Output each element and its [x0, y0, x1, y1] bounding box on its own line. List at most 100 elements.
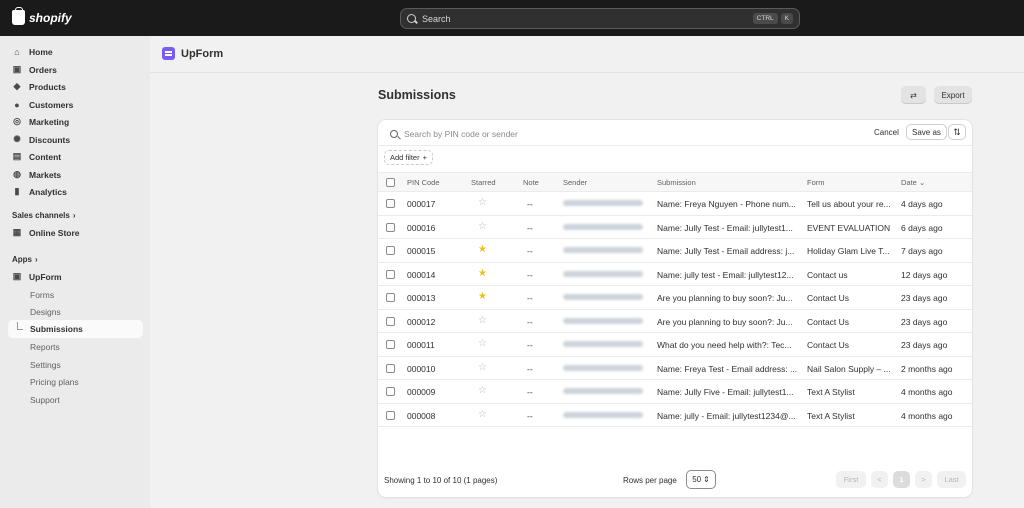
cell-pin: 000013 — [407, 293, 436, 303]
sidebar-subitem-designs[interactable]: Designs — [30, 307, 61, 317]
star-icon[interactable]: ☆ — [478, 315, 487, 326]
table-row[interactable]: 000008 ☆ -- Name: jully - Email: jullytest1… — [378, 404, 972, 427]
cell-submission: Name: Freya Test - Email address: ... — [657, 363, 798, 374]
table-row[interactable]: 000016 ☆ -- Name: Jully Test - Email: jully… — [378, 216, 972, 239]
sidebar-item-markets[interactable]: ◍ Markets — [12, 167, 61, 182]
submissions-card: Search by PIN code or sender Cancel Save… — [378, 120, 972, 497]
table-row[interactable]: 000013 ★ -- Are you planning to buy soon?: … — [378, 286, 972, 310]
cell-form: Contact Us — [807, 316, 850, 327]
cell-note: -- — [527, 199, 533, 209]
sidebar-subitem-settings[interactable]: Settings — [30, 360, 61, 370]
sender-redacted — [563, 200, 643, 206]
column-header-date[interactable]: Date ⌄ — [901, 178, 925, 187]
column-header-submission: Submission — [657, 178, 696, 187]
pagination-next[interactable]: > — [915, 471, 932, 488]
row-checkbox[interactable] — [386, 363, 395, 373]
cell-note: -- — [527, 387, 533, 397]
select-chevron-icon: ⇕ — [703, 475, 710, 484]
pagination-last[interactable]: Last — [937, 471, 966, 488]
cell-submission: Name: Jully Five - Email: jullytest1... — [657, 387, 794, 397]
rows-per-page-select[interactable]: 50 ⇕ — [686, 470, 716, 489]
table-row[interactable]: 000009 ☆ -- Name: Jully Five - Email: jully… — [378, 380, 972, 404]
apps-section[interactable]: Apps › — [12, 255, 38, 264]
star-icon[interactable]: ☆ — [478, 385, 487, 396]
table-row[interactable]: 000017 ☆ -- Name: Freya Nguyen - Phone num.… — [378, 192, 972, 216]
cell-note: -- — [527, 246, 533, 256]
sort-button[interactable]: ⇅ — [948, 124, 966, 140]
row-checkbox[interactable] — [386, 387, 395, 396]
row-checkbox[interactable] — [386, 199, 395, 208]
save-as-button[interactable]: Save as — [906, 124, 947, 140]
cell-date: 2 months ago — [901, 363, 953, 374]
row-checkbox[interactable] — [386, 410, 395, 420]
table-row[interactable]: 000014 ★ -- Name: jully test - Email: jully… — [378, 263, 972, 286]
table-row[interactable]: 000011 ☆ -- What do you need help with?: Te… — [378, 333, 972, 357]
divider — [150, 72, 1024, 73]
star-icon[interactable]: ☆ — [478, 197, 487, 208]
cell-form: EVENT EVALUATION — [807, 222, 891, 233]
add-filter-button[interactable]: Add filter + — [384, 150, 433, 165]
sidebar-subitem-forms[interactable]: Forms — [30, 290, 54, 300]
row-checkbox[interactable] — [386, 269, 395, 279]
sidebar-item-analytics[interactable]: ▮ Analytics — [12, 184, 67, 199]
star-icon[interactable]: ★ — [478, 244, 487, 255]
star-icon[interactable]: ☆ — [478, 362, 487, 373]
table-row[interactable]: 000010 ☆ -- Name: Freya Test - Email addres… — [378, 357, 972, 380]
star-icon[interactable]: ★ — [478, 268, 487, 279]
sidebar-subitem-pricing-plans[interactable]: Pricing plans — [30, 377, 79, 387]
sidebar-item-home[interactable]: ⌂ Home — [12, 44, 52, 59]
cell-date: 4 months ago — [901, 387, 953, 397]
shopify-logo[interactable]: shopify — [12, 7, 72, 25]
logo-text: shopify — [29, 10, 72, 25]
tree-branch-icon — [17, 322, 23, 330]
cell-note: -- — [527, 222, 533, 233]
row-checkbox[interactable] — [386, 340, 395, 349]
cell-pin: 000008 — [407, 410, 436, 421]
sidebar-subitem-support[interactable]: Support — [30, 395, 60, 405]
submission-search-input[interactable]: Search by PIN code or sender — [390, 129, 518, 139]
main-content: UpForm Submissions ⇄ Export Search by PI… — [150, 36, 1024, 508]
pagination-first[interactable]: First — [836, 471, 866, 488]
cell-form: Tell us about your re... — [807, 199, 891, 209]
sidebar-item-products[interactable]: ◆ Products — [12, 79, 66, 94]
sidebar-item-marketing[interactable]: ◎ Marketing — [12, 114, 69, 129]
rows-per-page-label: Rows per page — [623, 476, 677, 485]
table-row[interactable]: 000012 ☆ -- Are you planning to buy soon?: … — [378, 310, 972, 333]
sidebar-item-discounts[interactable]: ✺ Discounts — [12, 132, 70, 147]
cancel-button[interactable]: Cancel — [874, 128, 899, 137]
star-icon[interactable]: ★ — [478, 291, 487, 302]
column-header-note: Note — [523, 178, 539, 187]
sales-channels-section[interactable]: Sales channels › — [12, 211, 75, 220]
row-checkbox[interactable] — [386, 316, 395, 326]
bar-chart-icon: ▮ — [14, 186, 20, 196]
pagination-prev[interactable]: < — [871, 471, 888, 488]
export-button[interactable]: Export — [934, 86, 972, 104]
sync-button[interactable]: ⇄ — [901, 86, 926, 104]
sender-redacted — [563, 247, 643, 253]
sidebar-item-online-store[interactable]: ▦ Online Store — [12, 225, 80, 240]
content-icon: ▤ — [12, 151, 22, 161]
sidebar-item-customers[interactable]: ● Customers — [12, 97, 73, 112]
cell-form: Contact Us — [807, 293, 850, 303]
star-icon[interactable]: ☆ — [478, 221, 487, 232]
sidebar-item-upform[interactable]: ▣ UpForm — [12, 269, 62, 284]
sidebar-subitem-reports[interactable]: Reports — [30, 342, 60, 352]
shopify-bag-icon — [12, 7, 25, 25]
sidebar-subitem-submissions[interactable]: Submissions — [30, 324, 83, 334]
row-checkbox[interactable] — [386, 293, 395, 302]
row-checkbox[interactable] — [386, 246, 395, 255]
sidebar-item-content[interactable]: ▤ Content — [12, 149, 61, 164]
table-row[interactable]: 000015 ★ -- Name: Jully Test - Email addres… — [378, 239, 972, 263]
cell-pin: 000011 — [407, 340, 435, 350]
select-all-checkbox[interactable] — [386, 178, 395, 187]
sidebar: ⌂ Home ▣ Orders ◆ Products ● Customers ◎… — [0, 36, 150, 508]
pagination-current-page[interactable]: 1 — [893, 471, 910, 488]
global-search-input[interactable]: Search CTRL K — [400, 8, 800, 29]
cell-submission: Name: jully - Email: jullytest1234@... — [657, 410, 796, 421]
globe-icon: ◍ — [13, 169, 21, 179]
cell-submission: Are you planning to buy soon?: Ju... — [657, 293, 793, 303]
star-icon[interactable]: ☆ — [478, 409, 487, 420]
star-icon[interactable]: ☆ — [478, 338, 487, 349]
row-checkbox[interactable] — [386, 222, 395, 232]
sidebar-item-orders[interactable]: ▣ Orders — [12, 62, 57, 77]
